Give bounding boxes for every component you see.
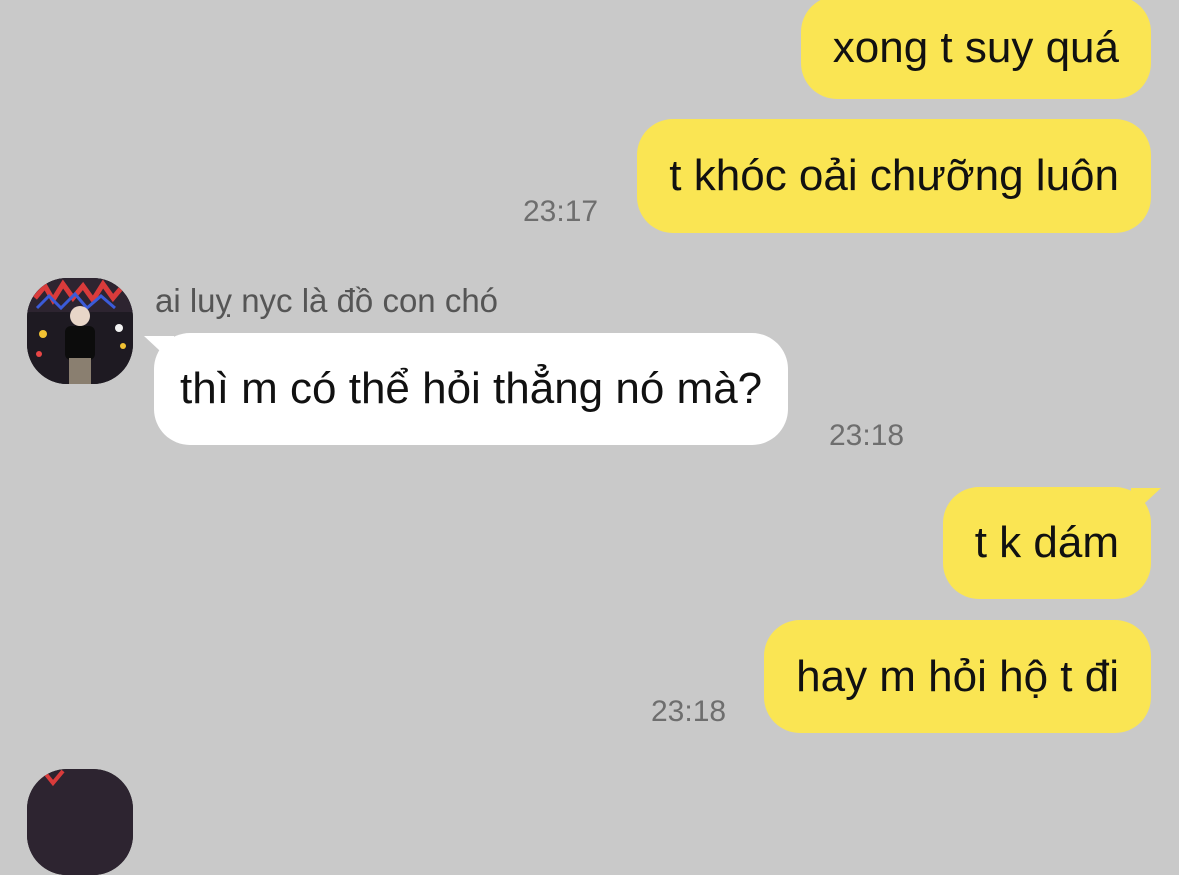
message-bubble-sent[interactable]: t khóc oải chưỡng luôn <box>637 119 1151 233</box>
message-timestamp: 23:18 <box>651 695 727 728</box>
message-text: xong t suy quá <box>832 22 1119 72</box>
avatar-photo-icon <box>27 769 133 875</box>
sender-name: ai luỵ nyc là đồ con chó <box>155 282 499 319</box>
message-text: t k dám <box>974 518 1119 567</box>
avatar-photo-icon <box>27 278 133 384</box>
message-text: hay m hỏi hộ t đi <box>796 651 1119 701</box>
message-timestamp: 23:17 <box>523 195 599 228</box>
message-bubble-received[interactable]: thì m có thể hỏi thẳng nó mà? <box>154 333 789 445</box>
message-bubble-sent[interactable]: t k dám <box>942 487 1151 599</box>
message-bubble-sent[interactable]: hay m hỏi hộ t đi <box>764 620 1151 733</box>
message-text: t khóc oải chưỡng luôn <box>669 151 1119 200</box>
contact-avatar[interactable] <box>27 278 133 384</box>
contact-avatar[interactable] <box>27 769 133 875</box>
message-text: thì m có thể hỏi thẳng nó mà? <box>180 364 763 413</box>
message-timestamp: 23:18 <box>829 419 905 452</box>
message-bubble-sent[interactable]: xong t suy quá <box>800 0 1151 99</box>
